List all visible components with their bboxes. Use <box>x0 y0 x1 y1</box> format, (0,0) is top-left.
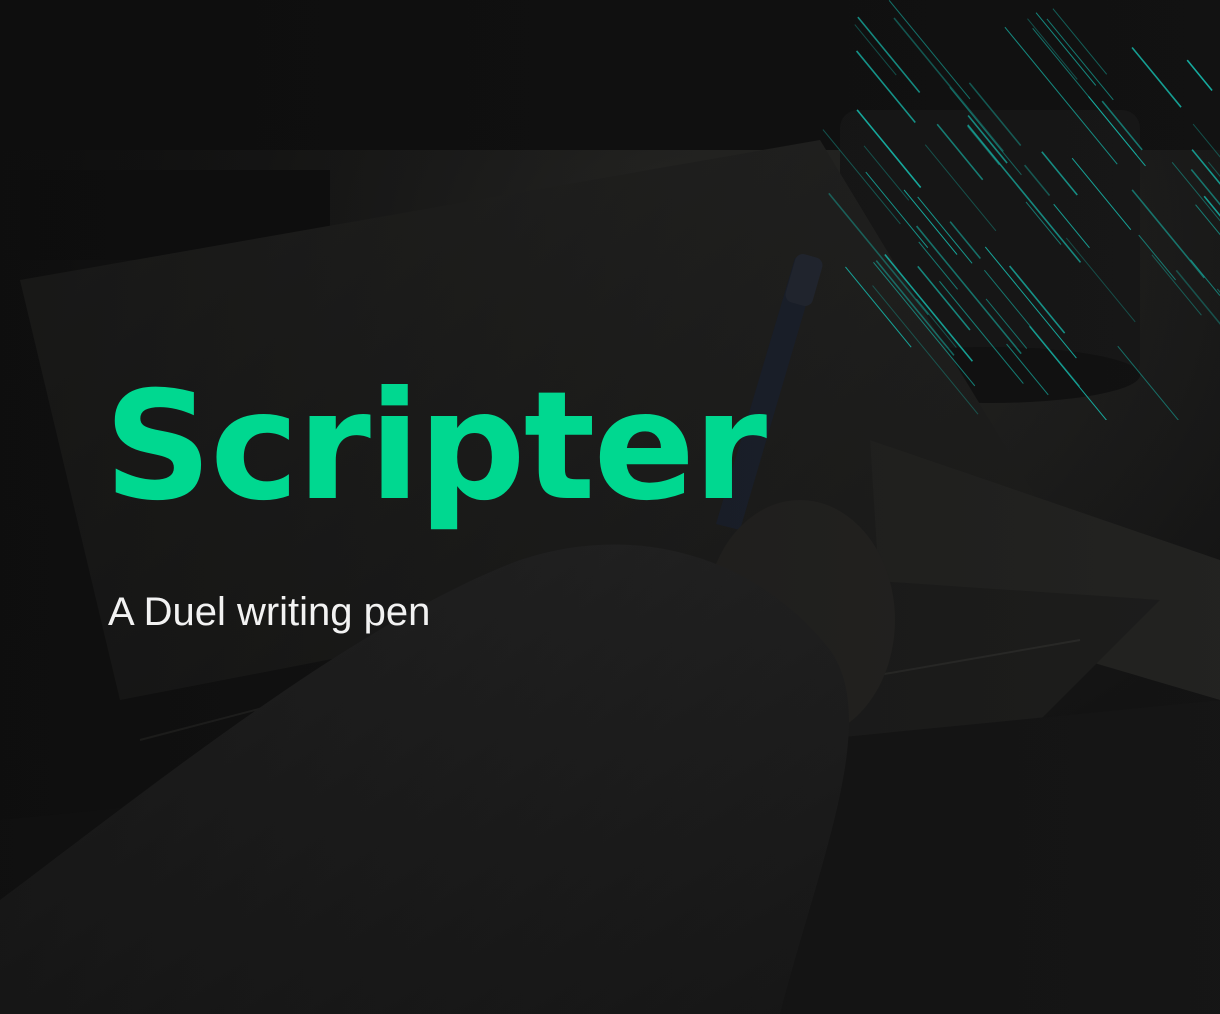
hero-banner: Scripter A Duel writing pen <box>0 0 1220 1014</box>
rain-line <box>884 254 974 362</box>
rain-line <box>1175 269 1220 325</box>
rain-line <box>1101 100 1143 151</box>
rain-line <box>984 246 1077 359</box>
rain-line <box>854 24 897 76</box>
rain-line <box>1023 164 1051 196</box>
rain-line <box>1025 201 1062 245</box>
rain-line <box>967 124 1082 263</box>
rain-line <box>1138 234 1176 281</box>
rain-line <box>1071 157 1132 231</box>
rain-line <box>873 261 976 387</box>
rain-line <box>865 171 929 249</box>
rain-line <box>1006 343 1049 396</box>
rain-line <box>1190 259 1220 296</box>
rain-line <box>924 144 997 232</box>
rain-line <box>1117 345 1179 420</box>
rain-line <box>1131 46 1182 108</box>
rain-line <box>875 260 955 356</box>
rain-line <box>917 196 973 264</box>
rain-lines-decoration <box>822 0 1220 420</box>
rain-line <box>1027 18 1078 80</box>
rain-line <box>1053 203 1090 249</box>
rain-line <box>845 266 912 348</box>
rain-line <box>1035 12 1097 86</box>
rain-line <box>949 87 1022 176</box>
rain-line <box>1004 26 1118 165</box>
rain-line <box>855 50 916 124</box>
rain-line <box>1008 265 1066 334</box>
rain-line <box>857 16 921 94</box>
rain-line <box>949 221 982 260</box>
rain-line <box>985 298 1028 349</box>
rain-line <box>822 129 901 225</box>
rain-line <box>1052 8 1108 75</box>
rain-line <box>828 192 929 316</box>
rain-line <box>918 241 958 290</box>
rain-line <box>1046 18 1114 101</box>
rain-line <box>1186 59 1213 92</box>
rain-line <box>903 189 958 255</box>
rain-line <box>1192 123 1220 158</box>
rain-line <box>1041 151 1078 196</box>
rain-line <box>1065 237 1136 323</box>
hero-title: Scripter <box>104 360 767 534</box>
rain-line <box>1131 189 1205 279</box>
rain-line <box>939 280 1024 384</box>
rain-line <box>888 0 971 100</box>
rain-line <box>893 17 1004 152</box>
hero-subtitle: A Duel writing pen <box>108 590 431 634</box>
rain-line <box>984 269 1080 387</box>
rain-line <box>936 123 984 181</box>
rain-line <box>863 145 910 201</box>
rain-line <box>1088 96 1146 167</box>
